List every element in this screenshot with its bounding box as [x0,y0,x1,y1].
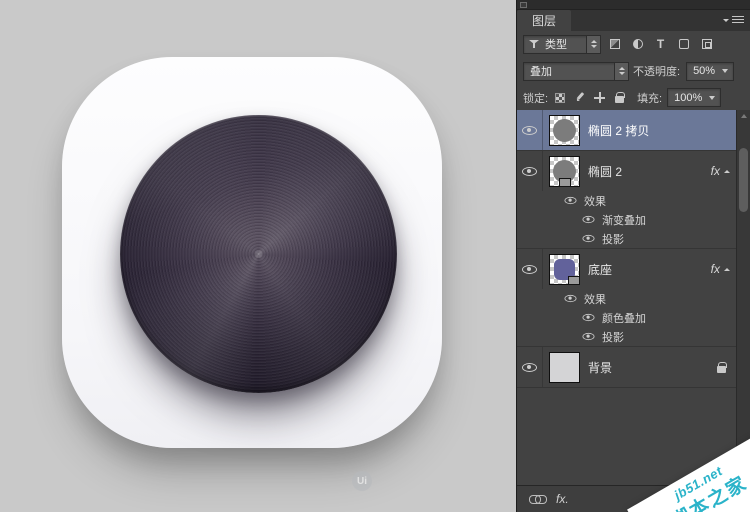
visibility-toggle[interactable] [517,249,543,289]
layer-row-ellipse2[interactable]: 椭圆 2 fx [517,151,736,191]
eye-icon [583,235,595,242]
tab-layers[interactable]: 图层 [517,10,571,31]
filter-smartobject-icon[interactable] [697,36,716,53]
dropdown-arrows-icon [614,63,628,80]
blend-row: 叠加 不透明度: 50% [517,57,750,85]
chevron-down-icon [709,96,715,100]
eye-icon [522,265,537,274]
effect-label: 渐变叠加 [602,212,646,228]
eye-icon [522,167,537,176]
layer-thumbnail[interactable] [549,254,580,285]
filter-kind-dropdown[interactable]: 类型 [523,35,601,54]
ui-logo-badge: Ui [352,471,372,491]
lock-transparency-icon[interactable] [551,89,568,106]
opacity-label: 不透明度: [633,63,680,79]
icon-base-shape [62,57,442,448]
scroll-up-icon[interactable] [741,114,747,118]
layer-filter-row: 类型 T [517,31,750,57]
opacity-dropdown[interactable]: 50% [686,62,734,81]
collapse-effects-icon [724,268,730,271]
lock-row: 锁定: 填充: 100% [517,85,750,110]
layer-row-ellipse2-copy[interactable]: 椭圆 2 拷贝 [517,110,736,150]
brushed-metal-disc [120,115,397,393]
filter-shape-icon[interactable] [674,36,693,53]
layer-fx-toggle[interactable]: fx [711,164,730,178]
eye-icon [583,216,595,223]
dropdown-arrows-icon [586,36,600,53]
lock-all-icon[interactable] [611,89,628,106]
eye-icon [522,363,537,372]
eye-icon [583,314,595,321]
layer-row-background[interactable]: 背景 [517,347,736,387]
link-layers-icon[interactable] [529,495,546,503]
effect-row-drop-shadow[interactable]: 投影 [517,229,736,248]
blend-mode-dropdown[interactable]: 叠加 [523,62,629,81]
vector-mask-badge [568,276,580,285]
eye-icon [522,126,537,135]
filter-pixel-icon[interactable] [605,36,624,53]
eye-icon [565,295,577,302]
tab-layers-label: 图层 [532,12,556,29]
filter-funnel-icon [529,40,539,49]
menu-triangle-icon [723,19,729,22]
layer-name[interactable]: 椭圆 2 拷贝 [588,122,649,139]
layer-thumbnail[interactable] [549,115,580,146]
effect-row-gradient-overlay[interactable]: 渐变叠加 [517,210,736,229]
chevron-down-icon [722,69,728,73]
filter-kind-value: 类型 [539,36,586,52]
scrollbar[interactable] [736,110,750,485]
lock-pixels-icon[interactable] [571,89,588,106]
fill-dropdown[interactable]: 100% [667,88,721,107]
effects-header-row[interactable]: 效果 [517,289,736,308]
filter-type-icon[interactable]: T [651,36,670,53]
ui-logo-watermark: Ui [352,471,372,491]
effect-label: 颜色叠加 [602,310,646,326]
fill-label: 填充: [637,90,662,106]
visibility-toggle[interactable] [517,151,543,191]
opacity-value: 50% [687,65,721,77]
eye-icon [583,333,595,340]
layers-list: 椭圆 2 拷贝 椭圆 2 fx [517,110,750,485]
lock-position-icon[interactable] [591,89,608,106]
effects-label: 效果 [584,193,606,209]
blend-mode-value: 叠加 [524,63,614,79]
effect-row-color-overlay[interactable]: 颜色叠加 [517,308,736,327]
panel-topbar [517,0,750,10]
layer-name[interactable]: 背景 [588,359,612,376]
fill-value: 100% [668,92,708,104]
layer-thumbnail[interactable] [549,156,580,187]
eye-icon [565,197,577,204]
visibility-toggle[interactable] [517,110,543,150]
collapse-effects-icon [724,170,730,173]
layer-row-base[interactable]: 底座 fx [517,249,736,289]
vector-mask-badge [559,178,571,187]
effect-label: 投影 [602,329,624,345]
hamburger-icon [732,16,744,25]
fx-label: fx [711,164,720,178]
layer-lock-icon [717,366,726,373]
layer-style-icon[interactable]: fx. [556,492,569,506]
visibility-toggle[interactable] [517,347,543,387]
scrollbar-thumb[interactable] [739,148,748,212]
effects-header-row[interactable]: 效果 [517,191,736,210]
panel-collapse-icon[interactable] [520,2,527,8]
fx-label: fx [711,262,720,276]
layer-name[interactable]: 椭圆 2 [588,163,622,180]
photoshop-window: Ui 图层 类型 T [0,0,750,512]
lock-label: 锁定: [523,90,548,106]
effect-row-drop-shadow[interactable]: 投影 [517,327,736,346]
effect-label: 投影 [602,231,624,247]
effects-label: 效果 [584,291,606,307]
layer-thumbnail[interactable] [549,352,580,383]
layer-fx-toggle[interactable]: fx [711,262,730,276]
layer-name[interactable]: 底座 [588,261,612,278]
filter-adjustment-icon[interactable] [628,36,647,53]
layers-panel: 图层 类型 T 叠加 不透明度: [516,0,750,512]
panel-tab-row: 图层 [517,10,750,31]
panel-menu-icon[interactable] [723,10,744,31]
canvas-area[interactable]: Ui [0,0,516,512]
